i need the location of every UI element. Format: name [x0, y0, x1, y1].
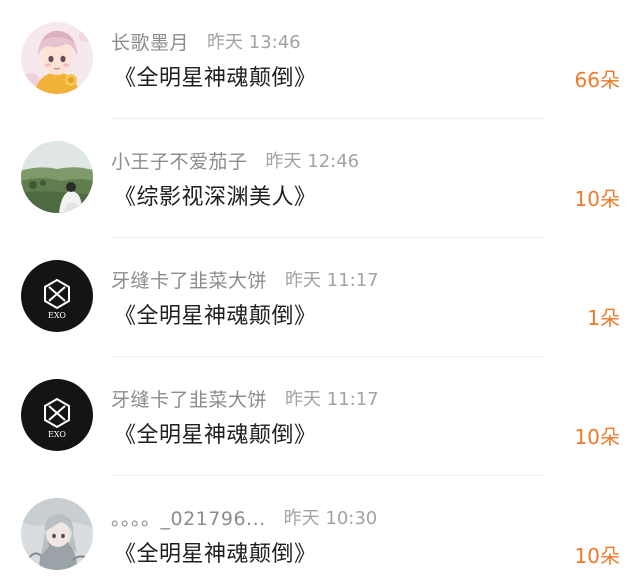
avatar[interactable]: EXO — [21, 379, 93, 451]
list-item[interactable]: EXO 牙缝卡了韭菜大饼 昨天 11:17 《全明星神魂颠倒》 1朵 — [0, 238, 640, 357]
exo-logo-text: EXO — [48, 430, 66, 439]
entry-meta: 长歌墨月 昨天 13:46 — [111, 28, 301, 54]
flower-count: 1朵 — [587, 306, 620, 330]
entry-meta: 。。。。_021796... 昨天 10:30 — [111, 504, 377, 530]
user-name[interactable]: 长歌墨月 — [111, 28, 189, 55]
landscape-photo-avatar-icon — [21, 141, 93, 213]
user-name[interactable]: 小王子不爱茄子 — [111, 147, 248, 174]
book-title[interactable]: 《全明星神魂颠倒》 — [114, 298, 317, 330]
list-item[interactable]: 小王子不爱茄子 昨天 12:46 《综影视深渊美人》 10朵 — [0, 119, 640, 238]
entry-meta: 牙缝卡了韭菜大饼 昨天 11:17 — [111, 385, 379, 411]
flower-count: 10朵 — [574, 187, 620, 211]
timestamp: 昨天 13:46 — [207, 32, 301, 53]
avatar[interactable] — [21, 498, 93, 570]
timestamp: 昨天 10:30 — [283, 508, 378, 529]
timestamp: 昨天 11:17 — [285, 389, 379, 410]
exo-logo-icon: EXO — [21, 260, 93, 332]
avatar[interactable] — [21, 22, 93, 94]
book-title[interactable]: 《全明星神魂颠倒》 — [114, 417, 317, 449]
user-name[interactable]: 。。。。_021796... — [111, 504, 266, 531]
avatar[interactable]: EXO — [21, 260, 93, 332]
book-title[interactable]: 《全明星神魂颠倒》 — [114, 60, 317, 92]
anime-character-avatar-icon — [21, 22, 93, 94]
anime-illustration-avatar-icon — [21, 498, 93, 570]
flower-count: 66朵 — [574, 68, 620, 92]
list-item[interactable]: 。。。。_021796... 昨天 10:30 《全明星神魂颠倒》 10朵 — [0, 476, 640, 588]
exo-logo-text: EXO — [48, 311, 66, 320]
timestamp: 昨天 12:46 — [265, 151, 360, 172]
list-item[interactable]: EXO 牙缝卡了韭菜大饼 昨天 11:17 《全明星神魂颠倒》 10朵 — [0, 357, 640, 476]
entry-meta: 牙缝卡了韭菜大饼 昨天 11:17 — [111, 266, 379, 292]
user-name[interactable]: 牙缝卡了韭菜大饼 — [111, 385, 267, 412]
flower-count: 10朵 — [574, 544, 620, 568]
avatar[interactable] — [21, 141, 93, 213]
gift-record-list: 长歌墨月 昨天 13:46 《全明星神魂颠倒》 66朵 小王子不爱茄子 昨天 1… — [0, 0, 640, 588]
entry-meta: 小王子不爱茄子 昨天 12:46 — [111, 147, 359, 173]
book-title[interactable]: 《全明星神魂颠倒》 — [114, 536, 317, 568]
list-item[interactable]: 长歌墨月 昨天 13:46 《全明星神魂颠倒》 66朵 — [0, 0, 640, 119]
flower-count: 10朵 — [574, 425, 620, 449]
exo-logo-icon: EXO — [21, 379, 93, 451]
user-name[interactable]: 牙缝卡了韭菜大饼 — [111, 266, 267, 293]
timestamp: 昨天 11:17 — [285, 270, 379, 291]
book-title[interactable]: 《综影视深渊美人》 — [114, 179, 317, 211]
